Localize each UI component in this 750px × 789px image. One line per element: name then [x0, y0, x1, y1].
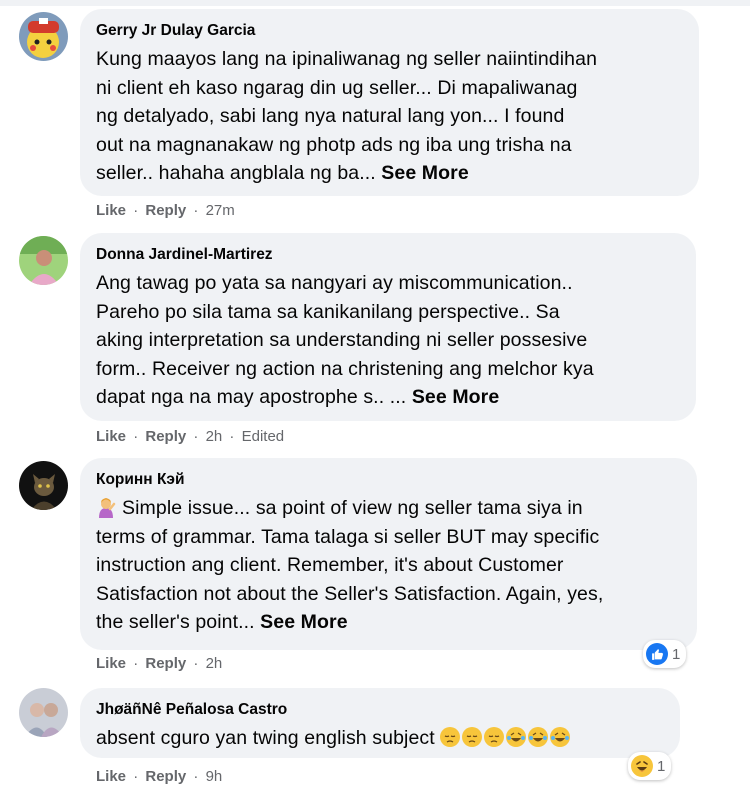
timestamp[interactable]: 27m [206, 202, 235, 219]
top-divider [0, 0, 750, 6]
reaction-count: 1 [657, 757, 666, 775]
comment-text: Ang tawag po yata sa nangyari ay miscomm… [96, 269, 680, 412]
reaction-summary[interactable]: 1 [643, 640, 687, 668]
comment-line: the seller's point... See More [96, 608, 681, 637]
comment-line-text: Simple issue... sa point of view ng sell… [122, 497, 583, 519]
comment-line: Kung maayos lang na ipinaliwanag ng sell… [96, 48, 598, 70]
comment-line: Ang tawag po yata sa nangyari ay miscomm… [96, 272, 573, 294]
comment-author[interactable]: Gerry Jr Dulay Garcia [96, 21, 683, 41]
comment-line: Pareho po sila tama sa kanikanilang pers… [96, 300, 560, 323]
comment-text: Kung maayos lang na ipinaliwanag ng sell… [96, 45, 683, 188]
comment-bubble: Gerry Jr Dulay Garcia Kung maayos lang n… [80, 9, 699, 196]
timestamp[interactable]: 2h [206, 428, 223, 445]
avatar[interactable] [19, 236, 68, 285]
like-button[interactable]: Like [96, 655, 126, 672]
like-button[interactable]: Like [96, 202, 126, 219]
separator: · [193, 428, 199, 445]
pensive-face-emoji-icon [484, 727, 505, 747]
comment-line-text: seller.. hahaha angblala ng ba... [96, 162, 382, 184]
comment-line: ng detalyado, sabi lang nya natural lang… [96, 105, 565, 127]
comment-bubble: Коринн Кэй Simple issue... sa point of v… [80, 458, 697, 650]
reply-button[interactable]: Reply [145, 428, 186, 445]
separator: · [133, 655, 139, 672]
see-more-link[interactable]: See More [381, 162, 469, 184]
comment-actions: Like · Reply · 9h [96, 768, 222, 785]
comment-line: terms of grammar. Tama talaga si seller … [96, 525, 600, 548]
pensive-face-emoji-icon [462, 727, 483, 747]
comment-line: aking interpretation sa understanding ni… [96, 329, 588, 351]
comment-actions: Like · Reply · 2h · Edited [96, 428, 284, 445]
comment-author[interactable]: JhøäñNê Peñalosa Castro [96, 700, 664, 720]
comment-actions: Like · Reply · 27m [96, 202, 235, 219]
reaction-count: 1 [672, 645, 681, 663]
separator: · [193, 655, 199, 672]
comment-line: form.. Receiver ng action na christening… [96, 357, 594, 380]
comment-line: Simple issue... sa point of view ng sell… [96, 494, 681, 523]
avatar[interactable] [19, 12, 68, 61]
laughing-crying-emoji-icon [550, 727, 571, 747]
reply-button[interactable]: Reply [145, 202, 186, 219]
comment-text: Simple issue... sa point of view ng sell… [96, 494, 681, 637]
edited-label[interactable]: Edited [242, 428, 285, 445]
laughing-crying-emoji-icon [506, 727, 527, 747]
laughing-crying-emoji-icon [528, 727, 549, 747]
comment-line: dapat nga na may apostrophe s.. ... See … [96, 383, 680, 412]
separator: · [193, 202, 199, 219]
see-more-link[interactable]: See More [412, 386, 500, 408]
reply-button[interactable]: Reply [145, 655, 186, 672]
timestamp[interactable]: 9h [206, 768, 223, 785]
pensive-face-emoji-icon [440, 727, 461, 747]
comment-line-text: the seller's point... [96, 611, 261, 633]
comment-actions: Like · Reply · 2h [96, 655, 222, 672]
person-gesturing-emoji-icon [96, 496, 116, 518]
comment-line: instruction ang client. Remember, it's a… [96, 554, 564, 576]
like-button[interactable]: Like [96, 768, 126, 785]
reaction-summary[interactable]: 1 [628, 752, 672, 780]
separator: · [133, 202, 139, 219]
comment-line: absent cguro yan twing english subject [96, 724, 664, 753]
comment-bubble: Donna Jardinel-Martirez Ang tawag po yat… [80, 233, 696, 421]
like-icon [646, 643, 668, 665]
comment-text: absent cguro yan twing english subject [96, 724, 664, 753]
comment-bubble: JhøäñNê Peñalosa Castro absent cguro yan… [80, 688, 680, 758]
like-button[interactable]: Like [96, 428, 126, 445]
separator: · [229, 428, 235, 445]
comment-author[interactable]: Коринн Кэй [96, 470, 681, 490]
separator: · [133, 428, 139, 445]
see-more-link[interactable]: See More [260, 611, 348, 633]
reply-button[interactable]: Reply [145, 768, 186, 785]
comment-line: Satisfaction not about the Seller's Sati… [96, 582, 604, 605]
comment-author[interactable]: Donna Jardinel-Martirez [96, 245, 680, 265]
comment-line: seller.. hahaha angblala ng ba... See Mo… [96, 159, 683, 188]
separator: · [133, 768, 139, 785]
comment-line-text: absent cguro yan twing english subject [96, 727, 441, 749]
comment-line: ni client eh kaso ngarag din ug seller..… [96, 76, 578, 99]
timestamp[interactable]: 2h [206, 655, 223, 672]
avatar[interactable] [19, 688, 68, 737]
haha-icon [631, 755, 653, 777]
separator: · [193, 768, 199, 785]
avatar[interactable] [19, 461, 68, 510]
comment-line: out na magnanakaw ng photp ads ng iba un… [96, 133, 572, 156]
comment-line-text: dapat nga na may apostrophe s.. ... [96, 386, 412, 408]
